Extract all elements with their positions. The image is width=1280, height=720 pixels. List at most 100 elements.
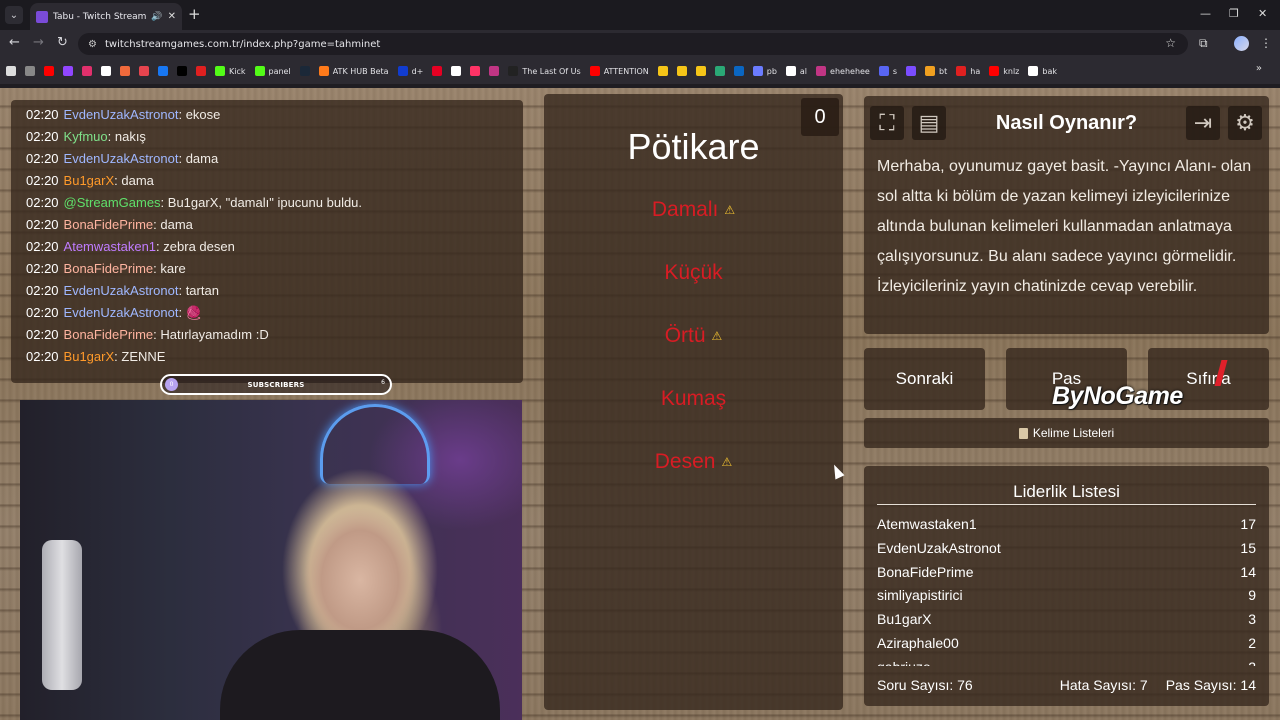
- bookmark-favicon-icon: [215, 66, 225, 76]
- forward-icon[interactable]: →: [33, 36, 44, 50]
- bookmark-item[interactable]: [82, 66, 92, 76]
- chat-username[interactable]: @StreamGames: [64, 195, 161, 210]
- chat-username[interactable]: EvdenUzakAstronot: [64, 305, 179, 320]
- bookmark-item[interactable]: al: [785, 66, 807, 76]
- bookmark-apps-icon[interactable]: [6, 66, 16, 76]
- bookmarks-overflow-icon[interactable]: »: [1256, 63, 1262, 74]
- chat-username[interactable]: EvdenUzakAstronot: [64, 151, 179, 166]
- address-bar[interactable]: ⚙ twitchstreamgames.com.tr/index.php?gam…: [78, 33, 1188, 55]
- bookmark-item[interactable]: ha: [956, 66, 980, 76]
- menu-icon[interactable]: ⋮: [1260, 36, 1272, 50]
- chat-timestamp: 02:20: [26, 283, 59, 298]
- bookmark-item[interactable]: Kick: [215, 66, 246, 76]
- bookmark-item[interactable]: [158, 66, 168, 76]
- chat-username[interactable]: Atemwastaken1: [64, 239, 157, 254]
- chat-timestamp: 02:20: [26, 151, 59, 166]
- bookmark-favicon-icon: [657, 66, 668, 76]
- bookmark-item[interactable]: [906, 66, 917, 76]
- bookmark-item[interactable]: [695, 66, 706, 76]
- chat-username[interactable]: BonaFidePrime: [64, 217, 154, 232]
- next-button[interactable]: Sonraki: [864, 348, 985, 410]
- back-icon[interactable]: ←: [9, 36, 20, 50]
- leaderboard-row: simliyapistirici 9: [877, 584, 1256, 608]
- chat-username[interactable]: Kyfmuo: [64, 129, 108, 144]
- tab-search-button[interactable]: ⌄: [5, 6, 23, 24]
- chat-text: ZENNE: [121, 349, 166, 364]
- chat-message: 02:20 Bu1garX: ZENNE: [26, 346, 516, 368]
- bookmark-favicon-icon: [925, 66, 936, 76]
- bookmark-item[interactable]: panel: [254, 66, 291, 76]
- bookmark-favicon-icon: [101, 66, 111, 76]
- bookmark-item[interactable]: ATK HUB Beta: [318, 66, 389, 76]
- bookmark-favicon-icon: [44, 66, 54, 76]
- bookmark-item[interactable]: [657, 66, 668, 76]
- bookmark-item[interactable]: [196, 66, 206, 76]
- bookmark-item[interactable]: [299, 66, 310, 76]
- player-score: 2: [1248, 634, 1256, 651]
- browser-tab[interactable]: Tabu - Twitch Stream Games 🔊 ✕: [30, 3, 182, 30]
- bookmark-item[interactable]: [177, 66, 187, 76]
- game-stats: Soru Sayısı: 76 Hata Sayısı: 7 Pas Sayıs…: [877, 677, 1256, 693]
- speaker-icon[interactable]: 🔊: [151, 12, 162, 22]
- bookmark-favicon-icon: [695, 66, 706, 76]
- bookmark-item[interactable]: [101, 66, 111, 76]
- bookmark-item[interactable]: [676, 66, 687, 76]
- word-lists-button[interactable]: Kelime Listeleri: [864, 418, 1269, 448]
- bookmark-item[interactable]: [733, 66, 744, 76]
- bookmark-item[interactable]: [44, 66, 54, 76]
- bookmark-item[interactable]: ehehehee: [816, 66, 870, 76]
- bookmark-item[interactable]: bak: [1028, 66, 1057, 76]
- bookmark-item[interactable]: ATTENTION: [589, 66, 649, 76]
- chat-username[interactable]: BonaFidePrime: [64, 327, 154, 342]
- bookmark-favicon-icon: [451, 66, 462, 76]
- logout-icon[interactable]: ⇥: [1186, 106, 1220, 140]
- restore-icon[interactable]: ❐: [1229, 7, 1239, 20]
- bookmark-item[interactable]: pb: [752, 66, 777, 76]
- close-window-icon[interactable]: ✕: [1258, 7, 1267, 20]
- bookmark-item[interactable]: knlz: [989, 66, 1019, 76]
- minimize-icon[interactable]: —: [1200, 7, 1211, 20]
- bookmark-item[interactable]: d+: [397, 66, 423, 76]
- player-name: Aziraphale00: [877, 634, 959, 651]
- bookmark-item[interactable]: s: [878, 66, 898, 76]
- bookmark-favicon-icon: [432, 66, 443, 76]
- bookmark-item[interactable]: The Last Of Us: [508, 66, 581, 76]
- browser-chrome: ⌄ Tabu - Twitch Stream Games 🔊 ✕ + — ❐ ✕…: [0, 0, 1280, 88]
- sub-goal-label: SUBSCRIBERS: [247, 380, 305, 389]
- chat-username[interactable]: EvdenUzakAstronot: [64, 107, 179, 122]
- bookmark-item[interactable]: [432, 66, 443, 76]
- player-name: Atemwastaken1: [877, 516, 977, 532]
- profile-avatar[interactable]: [1234, 36, 1249, 51]
- bookmark-item[interactable]: bt: [925, 66, 947, 76]
- bookmark-item[interactable]: [120, 66, 130, 76]
- close-tab-icon[interactable]: ✕: [168, 11, 176, 22]
- help-text: Merhaba, oyunumuz gayet basit. -Yayıncı …: [877, 158, 1252, 295]
- chat-message: 02:20 Atemwastaken1: zebra desen: [26, 236, 516, 258]
- bookmark-star-icon[interactable]: ☆: [1165, 36, 1176, 50]
- bookmark-item[interactable]: [470, 66, 481, 76]
- taboo-word: Desen ⚠: [544, 450, 843, 474]
- chat-username[interactable]: EvdenUzakAstronot: [64, 283, 179, 298]
- bookmark-item[interactable]: [714, 66, 725, 76]
- player-name: gabriuzo: [877, 656, 931, 666]
- settings-gear-icon[interactable]: ⚙: [1228, 106, 1262, 140]
- chat-username[interactable]: Bu1garX: [64, 173, 115, 188]
- chat-username[interactable]: BonaFidePrime: [64, 261, 154, 276]
- bookmark-item[interactable]: [63, 66, 73, 76]
- leaderboard-rows[interactable]: Atemwastaken1 17 EvdenUzakAstronot 15 BonaFi…: [877, 513, 1256, 666]
- bookmark-item[interactable]: [489, 66, 500, 76]
- site-info-icon[interactable]: ⚙: [88, 39, 97, 50]
- bookmark-item[interactable]: [451, 66, 462, 76]
- chat-username[interactable]: Bu1garX: [64, 349, 115, 364]
- extensions-icon[interactable]: ⧉: [1199, 36, 1208, 51]
- new-tab-button[interactable]: +: [188, 6, 201, 22]
- player-score: 14: [1240, 563, 1256, 580]
- bookmark-grid-icon[interactable]: [25, 66, 35, 76]
- microphone: [42, 540, 82, 690]
- bookmark-label: s: [892, 66, 898, 76]
- warning-icon: ⚠: [724, 203, 736, 217]
- leaderboard-row: Atemwastaken1 17: [877, 513, 1256, 537]
- bookmark-item[interactable]: [139, 66, 149, 76]
- reload-icon[interactable]: ↻: [57, 36, 68, 50]
- taboo-word-text: Kumaş: [660, 387, 727, 410]
